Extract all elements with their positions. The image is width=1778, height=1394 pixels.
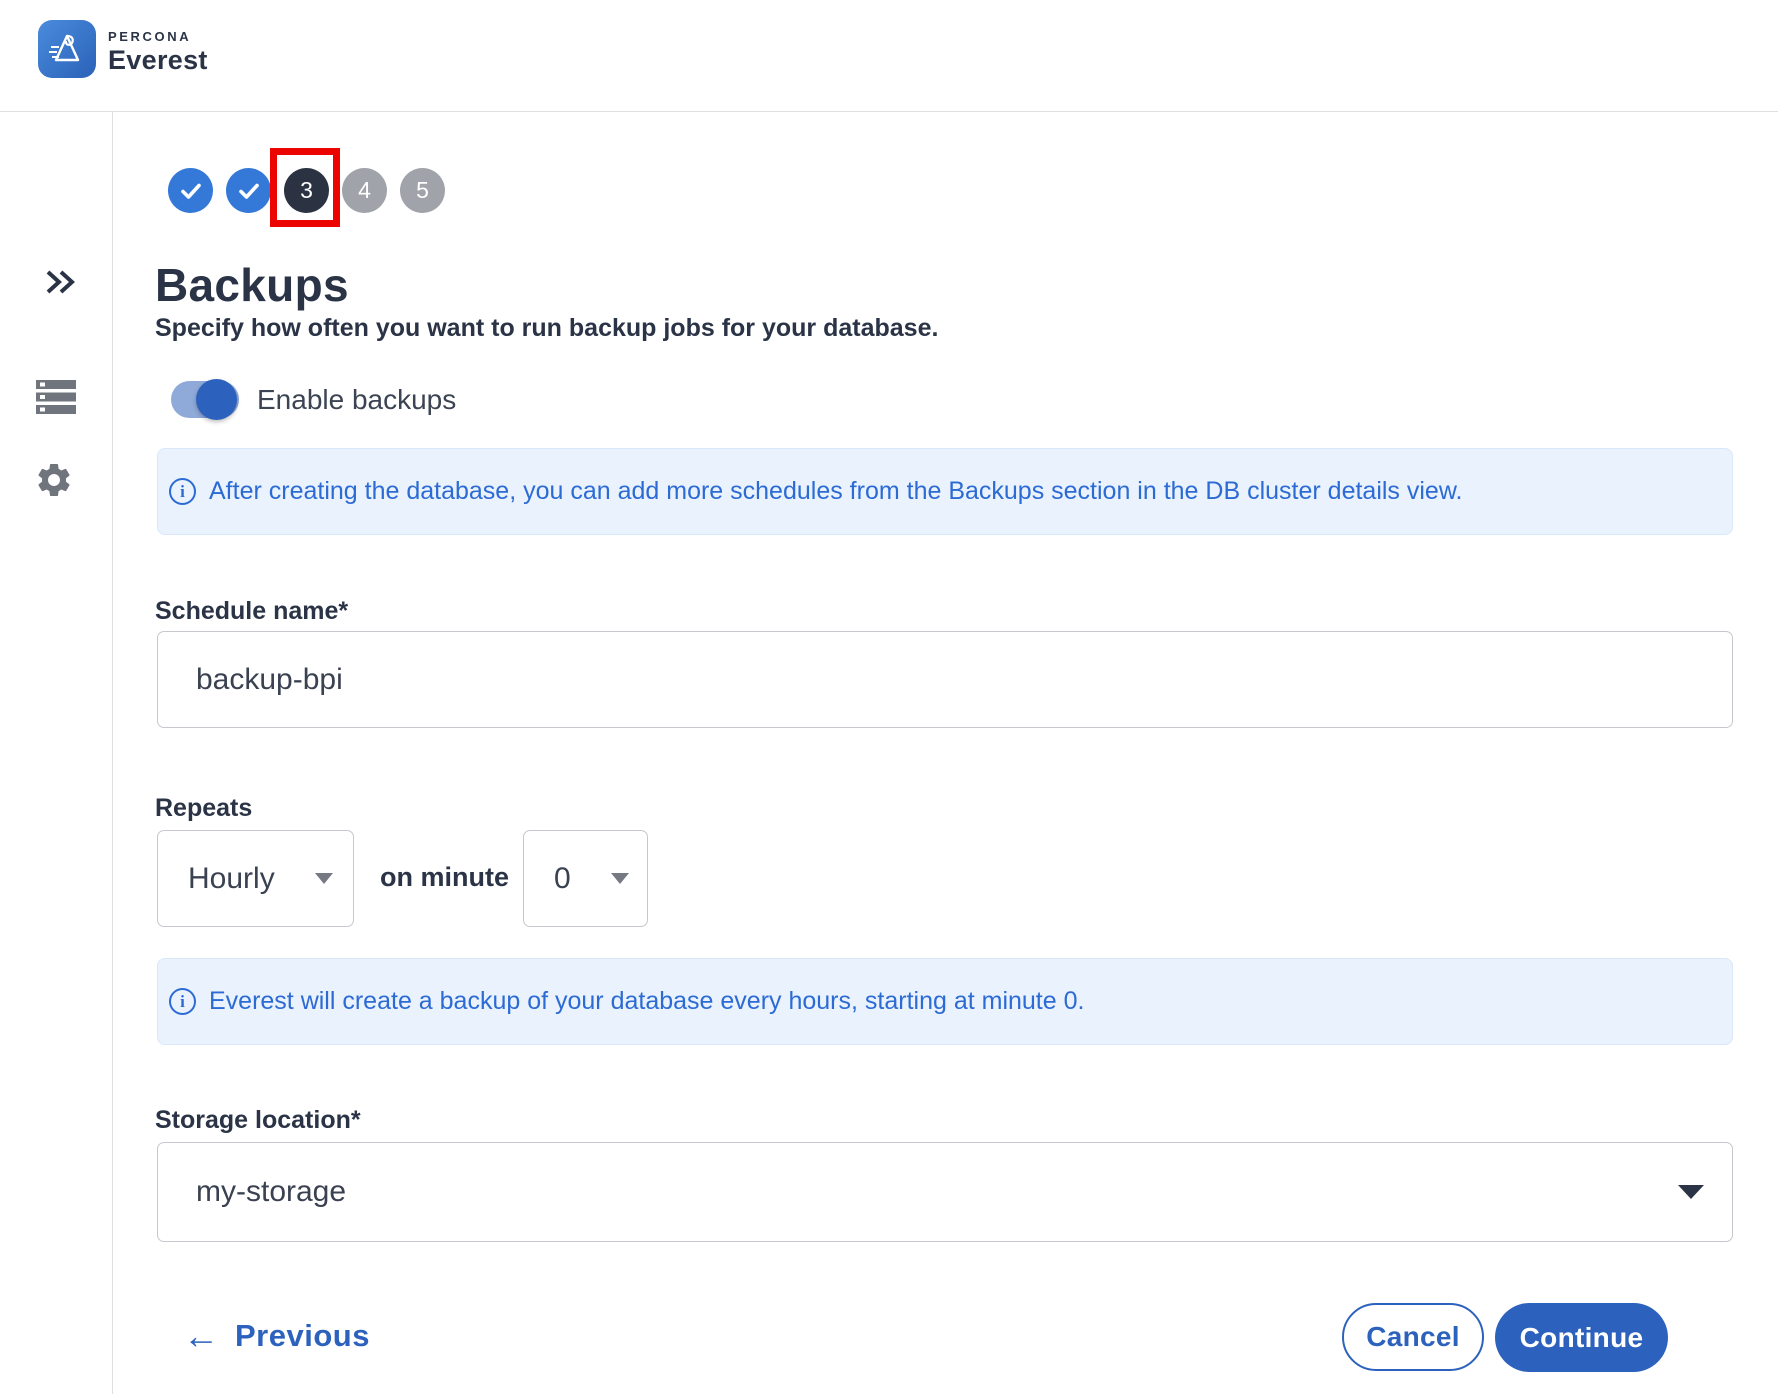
storage-location-value: my-storage [196,1175,346,1209]
storage-location-label: Storage location* [155,1106,361,1135]
storage-location-select[interactable]: my-storage [157,1142,1733,1242]
schedule-name-input[interactable] [157,631,1733,728]
minute-select-value: 0 [554,862,571,896]
chevron-down-icon [315,873,333,884]
info-icon: i [169,988,196,1015]
chevron-down-icon [611,873,629,884]
page-subtitle: Specify how often you want to run backup… [155,314,938,343]
frequency-select[interactable]: Hourly [157,830,354,927]
percona-logo-icon [38,20,96,78]
settings-gear-icon[interactable] [34,460,74,505]
schedule-name-label: Schedule name* [155,597,348,626]
frequency-select-value: Hourly [188,862,275,896]
info-icon: i [169,478,196,505]
step-3-active[interactable]: 3 [284,168,329,213]
check-icon [236,178,262,204]
page-title: Backups [155,258,349,312]
back-arrow-icon: ← [183,1318,219,1354]
brand-percona: PERCONA [108,29,208,44]
databases-icon[interactable] [36,380,76,419]
step-2-completed[interactable] [226,168,271,213]
on-minute-label: on minute [380,862,509,893]
step-1-completed[interactable] [168,168,213,213]
brand-everest: Everest [108,45,208,76]
collapse-sidebar-icon[interactable] [45,267,77,302]
step-5[interactable]: 5 [400,168,445,213]
app-header: PERCONA Everest [0,0,1778,112]
enable-backups-toggle-knob[interactable] [196,379,237,420]
brand-text: PERCONA Everest [108,29,208,76]
check-icon [178,178,204,204]
previous-button-label: Previous [235,1318,370,1354]
info-alert-schedules-text: After creating the database, you can add… [209,477,1462,506]
info-alert-backup-summary-text: Everest will create a backup of your dat… [209,987,1084,1016]
info-alert-backup-summary: i Everest will create a backup of your d… [157,958,1733,1045]
chevron-down-icon [1678,1185,1704,1199]
repeats-label: Repeats [155,794,252,823]
info-alert-schedules: i After creating the database, you can a… [157,448,1733,535]
continue-button[interactable]: Continue [1495,1303,1668,1372]
enable-backups-label: Enable backups [257,384,456,416]
previous-button[interactable]: ← Previous [183,1318,370,1354]
cancel-button[interactable]: Cancel [1342,1303,1484,1371]
minute-select[interactable]: 0 [523,830,648,927]
sidebar [0,112,113,1394]
step-4[interactable]: 4 [342,168,387,213]
